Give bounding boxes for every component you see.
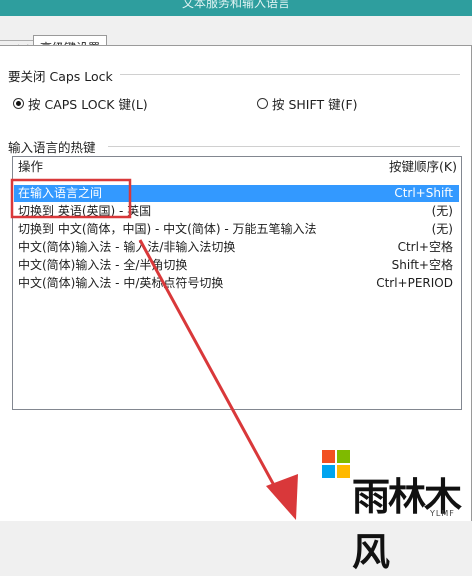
logo-subtext: YLMF	[430, 509, 455, 518]
windows-logo-icon	[322, 450, 350, 478]
logo-text: 雨林木风	[352, 474, 462, 574]
ylmf-logo: 雨林木风 YLMF	[322, 444, 472, 574]
annotation-overlay	[10, 178, 298, 520]
arrow-line	[138, 239, 284, 501]
highlight-box	[10, 178, 132, 219]
